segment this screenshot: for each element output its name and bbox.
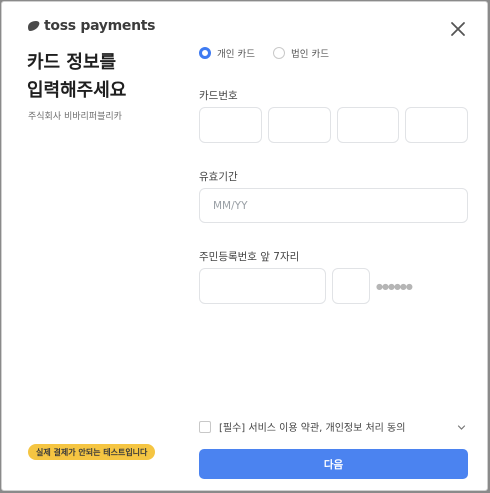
radio-unselected-icon[interactable] bbox=[272, 47, 285, 59]
card-number-label: 카드번호 bbox=[199, 90, 238, 102]
resident-number-label: 주민등록번호 앞 7자리 bbox=[199, 251, 300, 263]
merchant-name: 주식회사 비바리퍼블리카 bbox=[28, 112, 122, 122]
radio-personal-card[interactable]: 개인 카드 bbox=[199, 46, 255, 60]
card-info-modal: toss payments 카드 정보를 입력해주세요 주식회사 비바리퍼블리카… bbox=[1, 1, 488, 491]
card-number-input-1[interactable] bbox=[199, 107, 262, 143]
terms-agreement[interactable]: [필수] 서비스 이용 약관, 개인정보 처리 동의 bbox=[199, 419, 469, 434]
next-button[interactable]: 다음 bbox=[199, 449, 468, 479]
card-number-input-2[interactable] bbox=[268, 107, 331, 143]
resident-number-front-input[interactable] bbox=[199, 268, 326, 304]
masked-digits: ●●●●●● bbox=[376, 282, 413, 291]
radio-corporate-card-label: 법인 카드 bbox=[290, 49, 329, 60]
terms-checkbox[interactable] bbox=[199, 420, 211, 433]
expiry-label: 유효기간 bbox=[199, 171, 238, 183]
card-type-radio-group: 개인 카드 법인 카드 bbox=[199, 46, 329, 60]
logo-text: toss payments bbox=[44, 18, 156, 34]
close-icon[interactable] bbox=[450, 21, 466, 37]
resident-number-digit-input[interactable] bbox=[332, 268, 370, 304]
toss-payments-logo: toss payments bbox=[27, 18, 156, 34]
page-title: 카드 정보를 입력해주세요 bbox=[27, 49, 126, 105]
radio-selected-icon[interactable] bbox=[199, 47, 211, 59]
card-number-input-3[interactable] bbox=[337, 107, 399, 143]
chevron-down-icon[interactable] bbox=[457, 423, 466, 432]
toss-logo-icon bbox=[28, 21, 40, 31]
expiry-input[interactable]: MM/YY bbox=[199, 188, 468, 223]
page-title-line1: 카드 정보를 bbox=[27, 52, 117, 73]
page-title-line2: 입력해주세요 bbox=[27, 80, 127, 101]
expiry-placeholder: MM/YY bbox=[213, 199, 248, 212]
radio-personal-card-label: 개인 카드 bbox=[217, 49, 255, 60]
radio-corporate-card[interactable]: 법인 카드 bbox=[272, 46, 329, 60]
test-mode-badge: 실제 결제가 안되는 테스트입니다 bbox=[28, 444, 156, 460]
card-number-input-4[interactable] bbox=[405, 107, 468, 143]
terms-text: [필수] 서비스 이용 약관, 개인정보 처리 동의 bbox=[219, 423, 406, 434]
